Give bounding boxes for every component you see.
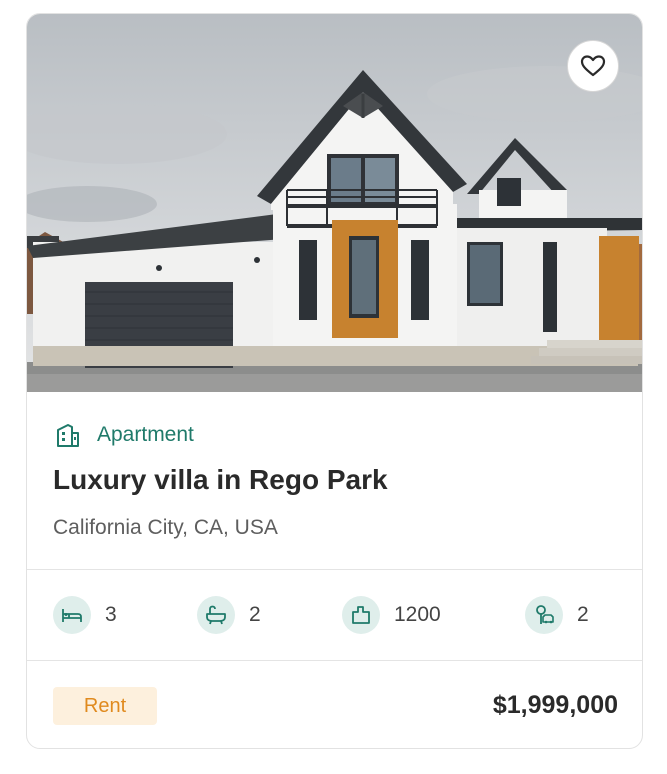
feature-garage-value: 2 [577,603,589,626]
feature-baths-value: 2 [249,603,261,626]
listing-title[interactable]: Luxury villa in Rego Park [53,464,388,496]
listing-footer: Rent $1,999,000 [27,661,642,748]
favorite-button[interactable] [567,40,619,92]
listing-price: $1,999,000 [492,691,618,719]
garage-icon [525,596,563,634]
feature-area-value: 1200 [394,603,441,626]
listing-address: California City, CA, USA [53,516,278,539]
building-icon [53,420,83,450]
feature-baths: 2 [197,596,261,634]
listing-status-badge: Rent [53,687,157,725]
property-photo[interactable] [27,14,642,392]
bathtub-icon [197,596,235,634]
feature-area: 1200 [342,596,441,634]
feature-beds: 3 [53,596,117,634]
feature-list: 3 2 1200 2 [27,570,642,660]
bed-icon [53,596,91,634]
feature-beds-value: 3 [105,603,117,626]
feature-garage: 2 [525,596,589,634]
property-card[interactable]: Apartment Luxury villa in Rego Park Cali… [26,13,643,749]
house-image [27,14,642,392]
property-type: Apartment [53,420,194,450]
heart-icon[interactable] [580,54,606,78]
listing-info: Apartment Luxury villa in Rego Park Cali… [27,392,642,568]
area-icon [342,596,380,634]
property-type-label: Apartment [97,423,194,446]
